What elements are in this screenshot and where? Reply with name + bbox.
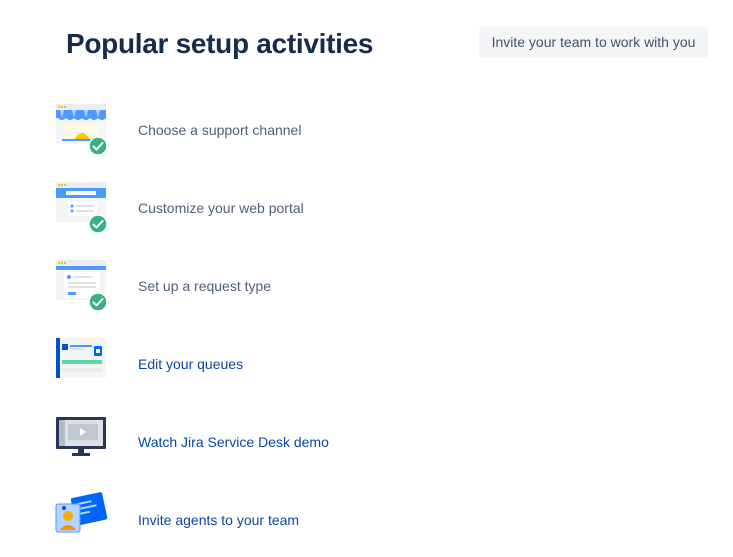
activity-support-channel[interactable]: Choose a support channel bbox=[0, 102, 733, 162]
activity-label[interactable]: Invite agents to your team bbox=[138, 511, 299, 529]
activity-edit-queues[interactable]: Edit your queues bbox=[0, 336, 733, 396]
queues-illustration-icon bbox=[56, 338, 106, 378]
activity-label: Choose a support channel bbox=[138, 122, 302, 138]
invite-agents-illustration-icon bbox=[55, 492, 108, 533]
page-title: Popular setup activities bbox=[66, 28, 374, 59]
activity-invite-agents[interactable]: Invite agents to your team bbox=[0, 492, 733, 552]
activity-watch-demo[interactable]: Watch Jira Service Desk demo bbox=[0, 414, 733, 474]
check-icon bbox=[88, 136, 108, 156]
check-icon bbox=[88, 292, 108, 312]
demo-video-illustration-icon bbox=[56, 417, 106, 456]
activity-request-type[interactable]: Set up a request type bbox=[0, 258, 733, 318]
activity-label: Set up a request type bbox=[138, 278, 272, 294]
check-icon bbox=[88, 214, 108, 234]
activity-label[interactable]: Watch Jira Service Desk demo bbox=[138, 433, 329, 451]
activity-label[interactable]: Edit your queues bbox=[138, 355, 243, 373]
activity-web-portal[interactable]: Customize your web portal bbox=[0, 180, 733, 240]
activity-label: Customize your web portal bbox=[138, 200, 304, 216]
invite-team-button[interactable]: Invite your team to work with you bbox=[479, 27, 708, 58]
